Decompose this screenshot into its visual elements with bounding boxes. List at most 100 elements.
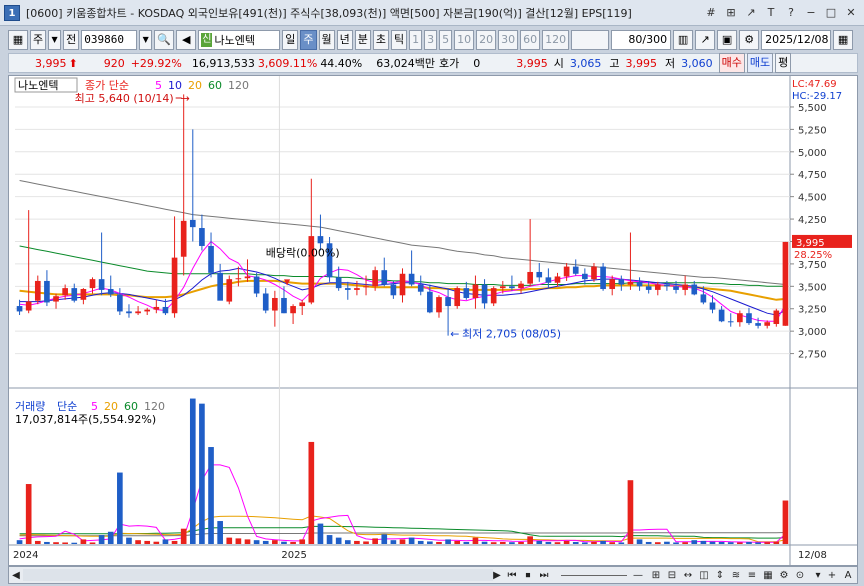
tool-icon[interactable]: ≋ [729,568,743,583]
scroll-right-icon[interactable]: ▶ [491,568,503,583]
tab-month[interactable]: 월 [318,30,335,50]
stop-icon[interactable]: ⏹ [521,568,535,583]
volume-bar [262,540,269,544]
tab-year[interactable]: 년 [336,30,353,50]
zoom-out-icon[interactable]: — [631,568,645,583]
tool-icon[interactable]: ▦ [761,568,775,583]
grid-icon[interactable]: # [702,4,720,22]
hc-label: HC:-29.17 [792,91,842,102]
text-icon[interactable]: T [762,4,780,22]
volume-bar [335,537,342,544]
volume-bar [80,539,87,544]
volume-bar [171,540,178,544]
interval-1[interactable]: 1 [409,30,423,50]
candle-body [727,321,734,323]
chart-scrollbar[interactable]: ◀ ▶ ⏮ ⏹ ⏭ — ⊞ ⊟ ↔ ◫ ⇕ ≋ ≡ ▦ ⚙ ⊙ ▾ + A [8,566,858,584]
candle-body [317,236,324,244]
interval-5[interactable]: 5 [439,30,453,50]
price-tick-label: 4,500 [798,193,827,204]
chart-area[interactable]: 2,7503,0003,2503,5003,7504,0004,2504,500… [8,75,858,566]
tool-icon[interactable]: ⊟ [665,568,679,583]
speaker-icon[interactable]: ◀ [176,30,197,50]
volume-bar [591,541,597,544]
calendar-icon[interactable]: ▦ [833,30,854,50]
tab-minute[interactable]: 분 [354,30,371,50]
auto-icon[interactable]: A [841,568,855,583]
interval-120[interactable]: 120 [542,30,570,50]
chevron-down-icon[interactable]: ▼ [139,30,153,50]
candle-body [591,266,597,280]
tab-second[interactable]: 초 [372,30,389,50]
volume-bar [627,480,634,544]
legend-ma-period: 20 [188,79,202,92]
tab-week[interactable]: 주 [300,30,317,50]
volume-bar [381,534,388,544]
tool-icon[interactable]: ↔ [681,568,695,583]
candle-body [481,284,488,304]
maximize-icon[interactable]: □ [822,4,840,22]
interval-20[interactable]: 20 [476,30,497,50]
stock-code-input[interactable]: 039860 [81,30,138,50]
last-icon[interactable]: ⏭ [537,568,551,583]
candle-body [554,276,561,283]
candle-body [709,302,716,310]
evaluate-button[interactable]: 평 [775,53,792,73]
window-title: [0600] 키움종합차트 - KOSDAQ 외국인보유[491(천)] 주식수… [26,6,632,20]
candle-body [153,306,160,310]
tool-icon[interactable]: ◫ [697,568,711,583]
volume-bar [281,541,287,544]
chart-type-icon[interactable]: ▥ [673,30,694,50]
interval-60[interactable]: 60 [520,30,541,50]
close-icon[interactable]: ✕ [842,4,860,22]
volume-bar [673,542,679,544]
prev-button[interactable]: 전 [63,30,80,50]
minimize-icon[interactable]: − [802,4,820,22]
candle-body [135,311,141,314]
window-tools: # ⊞ ↗ T ? − □ ✕ [702,4,860,22]
volume-bar [117,472,123,544]
candle-body [509,286,515,289]
search-icon[interactable]: 🔍 [154,30,175,50]
candle-body [654,284,661,290]
tab-day[interactable]: 일 [282,30,299,50]
bar-count-input[interactable]: 80/300 [611,30,672,50]
tool-icon[interactable]: ⊙ [793,568,807,583]
chevron-down-icon[interactable]: ▼ [48,30,62,50]
zoom-in-icon[interactable]: + [825,568,839,583]
tab-tick[interactable]: 틱 [391,30,408,50]
layout-icon[interactable]: ▦ [8,30,28,50]
tool-icon[interactable]: ⊞ [649,568,663,583]
sell-button[interactable]: 매도 [746,53,774,73]
tool-icon[interactable]: ⚙ [777,568,791,583]
first-icon[interactable]: ⏮ [505,568,519,583]
interval-3[interactable]: 3 [424,30,438,50]
pin-icon[interactable]: ↗ [742,4,760,22]
save-icon[interactable]: ▣ [717,30,738,50]
scroll-left-icon[interactable]: ◀ [10,568,22,583]
help-icon[interactable]: ? [782,4,800,22]
link-icon[interactable]: ⊞ [722,4,740,22]
interval-custom-select[interactable] [571,30,610,50]
settings-icon[interactable]: ⚙ [739,30,760,50]
candle-body [162,306,169,314]
interval-30[interactable]: 30 [498,30,519,50]
scroll-up-icon[interactable]: ▾ [811,568,825,583]
candle-body [527,271,533,284]
period-select[interactable]: 주 [30,30,47,50]
zoom-slider[interactable] [561,575,627,576]
stock-name-box[interactable]: 신 나노엔텍 [198,30,281,50]
price-tick-label: 5,000 [798,148,827,159]
low-label: 저 [665,57,676,70]
interval-10[interactable]: 10 [454,30,475,50]
date-input[interactable]: 2025/12/08 [761,30,832,50]
volume-bar [654,542,661,544]
title-bar: 1 [0600] 키움종합차트 - KOSDAQ 외국인보유[491(천)] 주… [0,0,864,26]
draw-tool-icon[interactable]: ↗ [695,30,716,50]
tool-icon[interactable]: ≡ [745,568,759,583]
volume-bar [427,541,433,544]
scroll-track[interactable] [23,569,493,581]
chart-svg[interactable]: 2,7503,0003,2503,5003,7504,0004,2504,500… [9,76,857,565]
tool-icon[interactable]: ⇕ [713,568,727,583]
buy-button[interactable]: 매수 [718,53,745,73]
candle-body [217,272,223,301]
